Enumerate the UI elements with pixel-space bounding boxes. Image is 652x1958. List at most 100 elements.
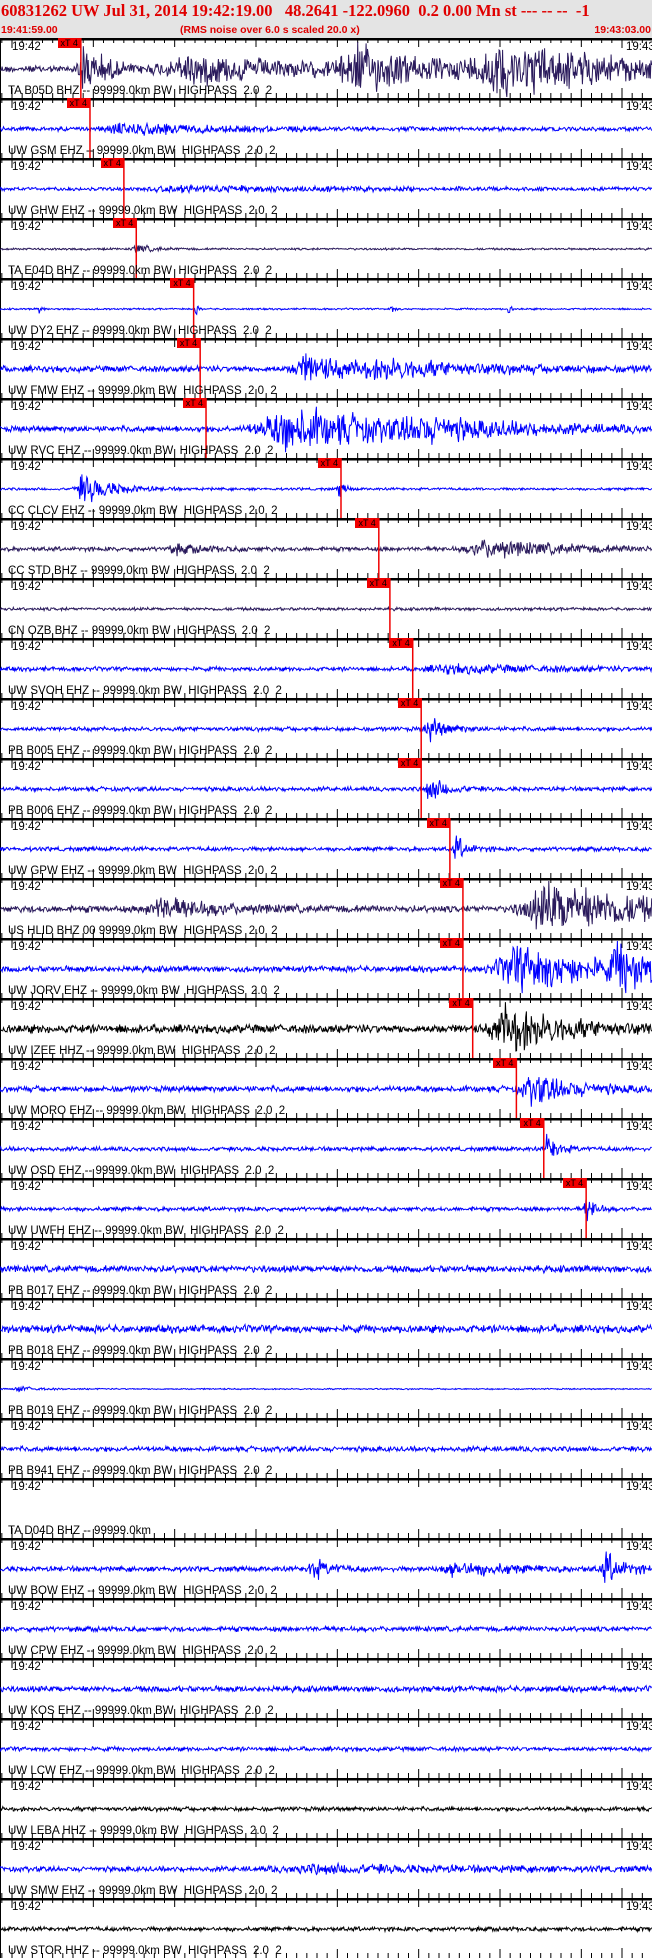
minute-label-left: 19:42 (12, 941, 41, 953)
channel-label: UW SVOH EHZ -- 99999.0km BW HIGHPASS 2.0… (8, 685, 282, 697)
pick-marker[interactable]: xT 4 (170, 278, 194, 288)
channel-label: UW KOS EHZ -- 99999.0km BW HIGHPASS 2.0 … (8, 1705, 274, 1717)
channel-label: UW JORV EHZ -- 99999.0km BW HIGHPASS 2.0… (8, 985, 280, 997)
seismogram-panel: 19:42 19:43 UW SVOH EHZ -- 99999.0km BW HI… (0, 638, 652, 698)
minute-label-left: 19:42 (12, 1481, 41, 1493)
waveform-trace (0, 1199, 652, 1222)
minute-label-left: 19:42 (12, 461, 41, 473)
pick-marker[interactable]: xT 4 (317, 458, 341, 468)
minute-label-left: 19:42 (12, 1841, 41, 1853)
minute-label-right: 19:43 (626, 1661, 652, 1673)
minute-label-left: 19:42 (12, 761, 41, 773)
pick-marker[interactable]: xT 4 (426, 818, 450, 828)
minute-label-left: 19:42 (12, 1001, 41, 1013)
pick-marker[interactable]: xT 4 (112, 218, 137, 228)
pick-marker[interactable]: xT 4 (355, 518, 379, 528)
pick-marker[interactable]: xT 4 (562, 1178, 587, 1188)
seismogram-panel: 19:42 19:43 UW IZEE HHZ -- 99999.0km BW HI… (0, 998, 652, 1058)
minute-label-right: 19:43 (626, 1301, 652, 1313)
minute-label-left: 19:42 (12, 1421, 41, 1433)
seismogram-panel: 19:42 19:43 UW JORV EHZ -- 99999.0km BW HI… (0, 938, 652, 998)
waveform-trace (0, 880, 652, 930)
channel-label: PB B941 EHZ -- 99999.0km BW HIGHPASS 2.0… (8, 1465, 273, 1477)
pick-marker[interactable]: xT 4 (66, 98, 90, 108)
channel-label: UW LCW EHZ -- 99999.0km BW HIGHPASS 2.0 … (8, 1765, 275, 1777)
minute-label-left: 19:42 (12, 1241, 41, 1253)
pick-marker[interactable]: xT 4 (57, 38, 81, 48)
minute-label-left: 19:42 (12, 1061, 41, 1073)
event-header: 60831262 UW Jul 31, 2014 19:42:19.00 48.… (0, 0, 652, 38)
minute-label-right: 19:43 (626, 761, 652, 773)
pick-marker[interactable]: xT 4 (439, 878, 463, 888)
minute-label-right: 19:43 (626, 161, 652, 173)
minute-label-left: 19:42 (12, 641, 41, 653)
minute-label-right: 19:43 (626, 1001, 652, 1013)
waveform-trace (0, 718, 652, 743)
seismogram-panel: 19:42 19:43 CN OZB BHZ -- 99999.0km BW HIG… (0, 578, 652, 638)
pick-marker[interactable]: xT 4 (176, 338, 201, 348)
channel-label: PB B006 EHZ -- 99999.0km BW HIGHPASS 2.0… (8, 805, 273, 817)
seismogram-panel: 19:42 19:43 UW GPW EHZ -- 99999.0km BW HIG… (0, 818, 652, 878)
waveform-trace (0, 1924, 652, 1934)
seismogram-panel: 19:42 19:43 TA B05D BHZ -- 99999.0km BW HI… (0, 38, 652, 98)
minute-label-left: 19:42 (12, 521, 41, 533)
pick-marker[interactable]: xT 4 (520, 1118, 544, 1128)
minute-label-right: 19:43 (626, 341, 652, 353)
seismogram-panel: 19:42 19:43 UW LCW EHZ -- 99999.0km BW HIG… (0, 1718, 652, 1778)
channel-label: PB B017 EHZ -- 99999.0km BW HIGHPASS 2.0… (8, 1285, 273, 1297)
minute-label-right: 19:43 (626, 1601, 652, 1613)
channel-label: TA B05D BHZ -- 99999.0km BW HIGHPASS 2.0… (8, 85, 273, 97)
minute-label-right: 19:43 (626, 1241, 652, 1253)
channel-label: PB B019 EHZ -- 99999.0km BW HIGHPASS 2.0… (8, 1405, 273, 1417)
seismogram-panel: 19:42 19:43 UW LEBA HHZ -- 99999.0km BW HI… (0, 1778, 652, 1838)
pick-marker[interactable]: xT 4 (397, 698, 422, 708)
seismogram-panel: 19:42 19:43 UW DY2 EHZ -- 99999.0km BW HIG… (0, 278, 652, 338)
seismogram-panel: 19:42 19:43 UW GHW EHZ -- 99999.0km BW HIG… (0, 158, 652, 218)
seismogram-panel: 19:42 19:43 UW FMW EHZ -- 99999.0km BW HIG… (0, 338, 652, 398)
channel-label: UW MORO EHZ -- 99999.0km BW HIGHPASS 2.0… (8, 1105, 286, 1117)
pick-marker[interactable]: xT 4 (389, 638, 413, 648)
waveform-trace (0, 662, 652, 676)
seismogram-panel: 19:42 19:43 UW OSD EHZ -- 99999.0km BW HIG… (0, 1118, 652, 1178)
minute-label-right: 19:43 (626, 1121, 652, 1133)
seismogram-panel: 19:42 19:43 CC CLCV EHZ -- 99999.0km BW HI… (0, 458, 652, 518)
minute-label-right: 19:43 (626, 1481, 652, 1493)
waveform-trace (0, 1444, 652, 1454)
seismogram-panel: 19:42 19:43 TA D04D BHZ -- 99999.0km (0, 1478, 652, 1538)
pick-marker[interactable]: xT 4 (449, 998, 473, 1008)
window-end-time: 19:43:03.00 (594, 24, 651, 36)
pick-marker[interactable]: xT 4 (397, 758, 422, 768)
pick-marker[interactable]: xT 4 (493, 1058, 517, 1068)
minute-label-left: 19:42 (12, 1661, 41, 1673)
minute-label-right: 19:43 (626, 281, 652, 293)
minute-label-right: 19:43 (626, 1901, 652, 1913)
channel-label: UW FMW EHZ -- 99999.0km BW HIGHPASS 2.0 … (8, 385, 277, 397)
minute-label-left: 19:42 (12, 1301, 41, 1313)
minute-label-right: 19:43 (626, 221, 652, 233)
minute-label-right: 19:43 (626, 1061, 652, 1073)
minute-label-left: 19:42 (12, 101, 41, 113)
channel-label: CN OZB BHZ -- 99999.0km BW HIGHPASS 2.0 … (8, 625, 271, 637)
channel-label: UW RVC EHZ -- 99999.0km BW HIGHPASS 2.0 … (8, 445, 274, 457)
minute-label-left: 19:42 (12, 1901, 41, 1913)
minute-label-right: 19:43 (626, 1421, 652, 1433)
seismogram-panel: 19:42 19:43 UW STOR HHZ -- 99999.0km BW HI… (0, 1898, 652, 1958)
channel-label: UW UWFH EHZ -- 99999.0km BW HIGHPASS 2.0… (8, 1225, 284, 1237)
waveform-trace (0, 605, 652, 613)
minute-label-right: 19:43 (626, 821, 652, 833)
event-title: 60831262 UW Jul 31, 2014 19:42:19.00 48.… (1, 1, 590, 20)
pick-marker[interactable]: xT 4 (439, 938, 463, 948)
minute-label-right: 19:43 (626, 941, 652, 953)
minute-label-left: 19:42 (12, 161, 41, 173)
pick-marker[interactable]: xT 4 (100, 158, 124, 168)
pick-marker[interactable]: xT 4 (366, 578, 390, 588)
minute-label-left: 19:42 (12, 41, 41, 53)
minute-label-right: 19:43 (626, 101, 652, 113)
window-start-time: 19:41:59.00 (1, 24, 58, 36)
minute-label-left: 19:42 (12, 221, 41, 233)
pick-marker[interactable]: xT 4 (182, 398, 207, 408)
minute-label-left: 19:42 (12, 281, 41, 293)
minute-label-left: 19:42 (12, 701, 41, 713)
waveform-trace (0, 1551, 652, 1583)
waveform-trace (0, 780, 652, 799)
